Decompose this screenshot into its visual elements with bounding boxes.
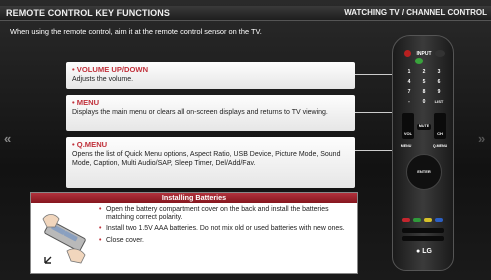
- remote-key-2: 2: [422, 69, 426, 75]
- remote-menu-label: MENU: [400, 144, 412, 148]
- remote-key-dash: -: [408, 99, 410, 105]
- list-item: • Open the battery compartment cover on t…: [99, 206, 329, 222]
- function-description: Opens the list of Quick Menu options, As…: [72, 151, 341, 167]
- remote-input-label: INPUT: [416, 51, 432, 57]
- remote-enter-label: ENTER: [417, 169, 431, 174]
- remote-key-6: 6: [437, 79, 441, 85]
- function-title: • Q.MENU: [72, 140, 108, 149]
- list-item: • Close cover.: [99, 236, 144, 244]
- batteries-title: Installing Batteries: [31, 193, 357, 203]
- help-page: REMOTE CONTROL KEY FUNCTIONS WATCHING TV…: [0, 0, 491, 280]
- function-title: • MENU: [72, 98, 100, 107]
- function-card-qmenu: • Q.MENU Opens the list of Quick Menu op…: [66, 137, 355, 188]
- remote-tv-button: [435, 50, 445, 57]
- function-card-menu: • MENU Displays the main menu or clears …: [66, 95, 355, 131]
- remote-key-3: 3: [437, 69, 441, 75]
- remote-key-4: 4: [407, 79, 411, 85]
- remote-yellow-button: [424, 218, 432, 222]
- function-description: Displays the main menu or clears all on-…: [72, 109, 328, 116]
- remote-ch-label: CH: [437, 131, 443, 136]
- remote-green-button: [415, 58, 423, 64]
- remote-key-5: 5: [422, 79, 426, 85]
- remote-key-list: LIST: [434, 99, 444, 104]
- prev-page-button[interactable]: «: [4, 131, 11, 146]
- lg-logo: ● LG: [416, 248, 432, 255]
- page-title: REMOTE CONTROL KEY FUNCTIONS: [6, 8, 170, 18]
- function-description: Adjusts the volume.: [72, 76, 134, 83]
- remote-control-illustration: INPUT 1 2 3 4 5 6 7 8 9 - 0 LIST VOL MUT…: [392, 35, 454, 271]
- remote-key-8: 8: [422, 89, 426, 95]
- next-page-button[interactable]: »: [478, 131, 485, 146]
- function-card-volume: • VOLUME UP/DOWN Adjusts the volume.: [66, 62, 355, 89]
- remote-green-button-2: [413, 218, 421, 222]
- remote-red-button: [402, 218, 410, 222]
- intro-text: When using the remote control, aim it at…: [10, 27, 262, 36]
- remote-key-0: 0: [422, 99, 426, 105]
- remote-key-9: 9: [437, 89, 441, 95]
- remote-vol-label: VOL: [403, 131, 413, 136]
- remote-qmenu-label: Q.MENU: [432, 144, 448, 148]
- function-title: • VOLUME UP/DOWN: [72, 65, 149, 74]
- remote-mute-label: MUTE: [418, 124, 430, 128]
- remote-playback-row: [402, 228, 444, 233]
- remote-key-7: 7: [407, 89, 411, 95]
- power-icon: [404, 50, 411, 57]
- installing-batteries-panel: Installing Batteries • Open the battery c…: [30, 192, 358, 274]
- battery-steps-list: • Open the battery compartment cover on t…: [99, 206, 355, 248]
- section-title: WATCHING TV / CHANNEL CONTROL: [344, 8, 487, 17]
- remote-playback-row: [402, 236, 444, 241]
- battery-installation-illustration: [42, 214, 86, 264]
- remote-blue-button: [435, 218, 443, 222]
- remote-key-1: 1: [407, 69, 411, 75]
- title-bar: REMOTE CONTROL KEY FUNCTIONS WATCHING TV…: [0, 6, 491, 21]
- list-item: • Install two 1.5V AAA batteries. Do not …: [99, 225, 345, 233]
